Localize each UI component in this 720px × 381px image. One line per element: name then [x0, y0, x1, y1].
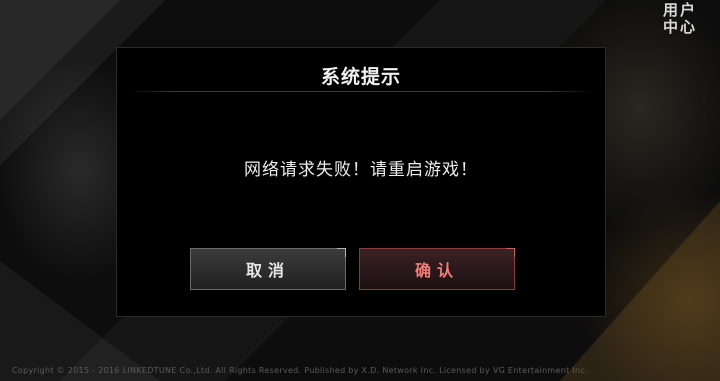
confirm-button[interactable]: 确认	[359, 248, 515, 290]
user-center-label-line2: 中心	[662, 18, 697, 36]
cancel-button-label: 取消	[245, 261, 290, 280]
dialog-divider	[129, 91, 593, 92]
background-shape	[0, 0, 120, 120]
user-center-button[interactable]: 用户 中心	[660, 2, 700, 36]
button-corner-accent	[337, 248, 346, 257]
user-center-label-line1: 用户	[662, 1, 697, 19]
confirm-button-label: 确认	[414, 261, 459, 280]
dialog-message: 网络请求失败！请重启游戏！	[244, 160, 478, 180]
system-dialog: 系统提示 网络请求失败！请重启游戏！ 取消 确认	[116, 47, 606, 317]
cancel-button[interactable]: 取消	[190, 248, 346, 290]
dialog-title: 系统提示	[320, 66, 401, 88]
button-corner-accent	[506, 248, 515, 257]
copyright-text: Copyright © 2015 - 2016 LINKEDTUNE Co.,L…	[12, 366, 588, 375]
